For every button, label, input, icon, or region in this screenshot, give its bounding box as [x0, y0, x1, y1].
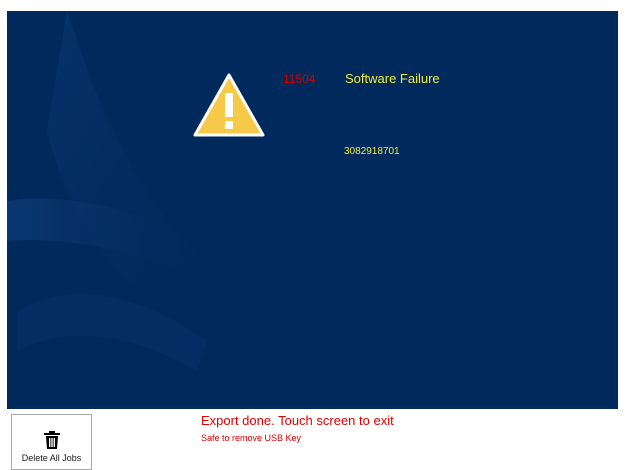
error-screen[interactable]: 11504 Software Failure 3082918701	[7, 11, 618, 409]
error-title: Software Failure	[345, 71, 440, 86]
background-graphic	[7, 11, 217, 371]
delete-all-jobs-label: Delete All Jobs	[21, 453, 82, 463]
warning-triangle-icon	[193, 73, 265, 137]
delete-all-jobs-button[interactable]: Delete All Jobs	[11, 414, 92, 470]
usb-safe-message: Safe to remove USB Key	[201, 433, 302, 443]
serial-number: 3082918701	[344, 146, 400, 157]
footer-bar: Delete All Jobs Export done. Touch scree…	[0, 409, 625, 470]
trash-icon	[44, 431, 60, 449]
export-done-message[interactable]: Export done. Touch screen to exit	[201, 413, 394, 428]
error-code: 11504	[283, 72, 316, 86]
